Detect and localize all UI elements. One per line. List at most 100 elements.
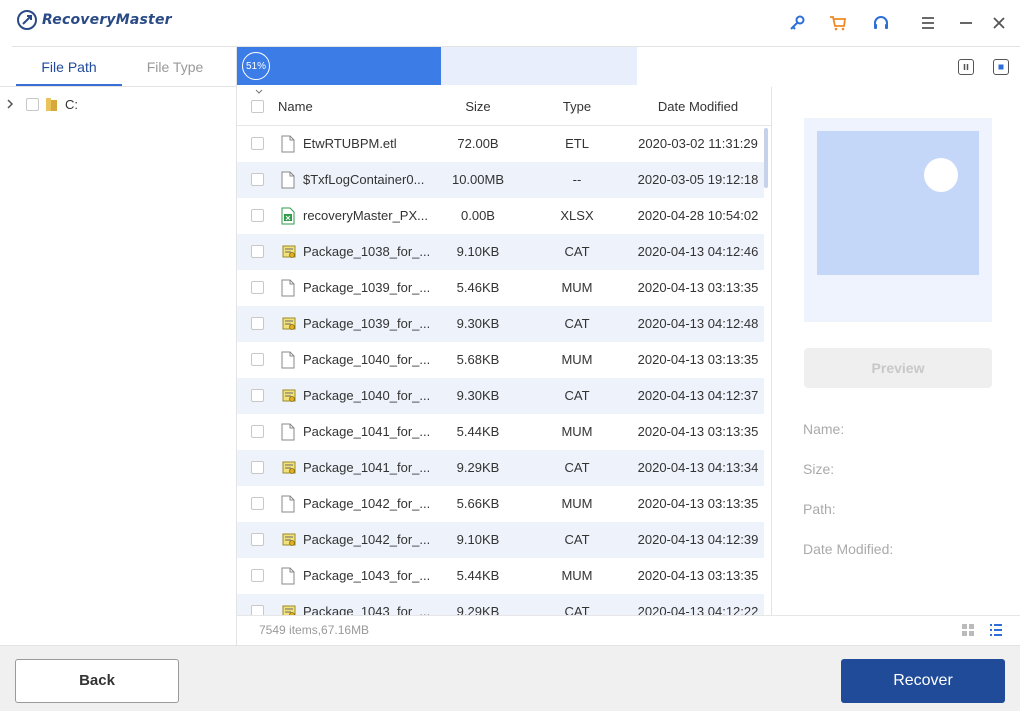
sort-chevron-icon[interactable] bbox=[255, 89, 263, 94]
row-checkbox[interactable] bbox=[251, 569, 264, 582]
image-placeholder-icon bbox=[817, 131, 979, 275]
certificate-icon bbox=[281, 531, 297, 549]
table-row[interactable]: Package_1039_for_... 5.46KB MUM 2020-04-13 … bbox=[237, 270, 764, 306]
tab-file-path[interactable]: File Path bbox=[16, 48, 122, 86]
headset-icon[interactable] bbox=[870, 12, 892, 34]
row-checkbox[interactable] bbox=[251, 605, 264, 615]
file-name: Package_1040_for_... bbox=[303, 388, 429, 403]
file-size: 0.00B bbox=[461, 208, 495, 223]
back-button[interactable]: Back bbox=[15, 659, 179, 703]
certificate-icon bbox=[281, 243, 297, 261]
select-all-checkbox[interactable] bbox=[251, 100, 264, 113]
row-checkbox[interactable] bbox=[251, 533, 264, 546]
column-name[interactable]: Name bbox=[278, 87, 313, 125]
list-view-button[interactable] bbox=[989, 623, 1003, 642]
table-header: Name Size Type Date Modified bbox=[237, 87, 771, 126]
table-row[interactable]: Package_1043_for_... 9.29KB CAT 2020-04-13 … bbox=[237, 594, 764, 615]
cart-icon[interactable] bbox=[827, 12, 849, 34]
logo-icon bbox=[17, 10, 37, 30]
file-type: CAT bbox=[564, 532, 590, 547]
scan-progress-label: 51% bbox=[242, 52, 270, 80]
file-icon bbox=[281, 279, 295, 297]
pause-button[interactable] bbox=[958, 59, 974, 75]
file-list: EtwRTUBPM.etl 72.00B ETL 2020-03-02 11:31:2… bbox=[237, 126, 764, 615]
tree-item-drive[interactable]: C: bbox=[6, 96, 78, 112]
row-checkbox[interactable] bbox=[251, 353, 264, 366]
row-checkbox[interactable] bbox=[251, 137, 264, 150]
file-size: 72.00B bbox=[457, 136, 499, 151]
file-size: 5.66KB bbox=[456, 496, 500, 511]
column-type[interactable]: Type bbox=[537, 87, 617, 125]
table-row[interactable]: Package_1041_for_... 9.29KB CAT 2020-04-13 … bbox=[237, 450, 764, 486]
file-date: 2020-04-13 04:12:46 bbox=[637, 244, 759, 259]
column-date-modified[interactable]: Date Modified bbox=[633, 87, 763, 125]
file-date: 2020-04-13 03:13:35 bbox=[637, 352, 759, 367]
file-type: CAT bbox=[564, 388, 590, 403]
column-size[interactable]: Size bbox=[443, 87, 513, 125]
file-name: Package_1042_for_... bbox=[303, 532, 429, 547]
row-checkbox[interactable] bbox=[251, 317, 264, 330]
grid-view-button[interactable] bbox=[961, 623, 975, 642]
row-checkbox[interactable] bbox=[251, 245, 264, 258]
file-size: 9.30KB bbox=[456, 316, 500, 331]
row-checkbox[interactable] bbox=[251, 497, 264, 510]
chevron-right-icon[interactable] bbox=[6, 99, 14, 109]
file-type: CAT bbox=[564, 460, 590, 475]
file-size: 9.30KB bbox=[456, 388, 500, 403]
drive-checkbox[interactable] bbox=[26, 97, 39, 111]
table-row[interactable]: Package_1040_for_... 9.30KB CAT 2020-04-13 … bbox=[237, 378, 764, 414]
file-size: 10.00MB bbox=[451, 172, 505, 187]
table-row[interactable]: recoveryMaster_PX... 0.00B XLSX 2020-04-28 … bbox=[237, 198, 764, 234]
file-size: 5.46KB bbox=[456, 280, 500, 295]
meta-name-label: Name: bbox=[803, 421, 845, 437]
list-icon bbox=[990, 624, 1002, 636]
row-checkbox[interactable] bbox=[251, 425, 264, 438]
pause-icon bbox=[963, 64, 969, 70]
file-icon bbox=[281, 495, 295, 513]
file-date: 2020-04-28 10:54:02 bbox=[637, 208, 759, 223]
file-date: 2020-04-13 04:12:39 bbox=[637, 532, 759, 547]
drive-label: C: bbox=[65, 96, 78, 112]
file-name: Package_1041_for_... bbox=[303, 424, 429, 439]
file-icon bbox=[281, 351, 295, 369]
row-checkbox[interactable] bbox=[251, 209, 264, 222]
table-row[interactable]: Package_1042_for_... 5.66KB MUM 2020-04-13 … bbox=[237, 486, 764, 522]
row-checkbox[interactable] bbox=[251, 173, 264, 186]
table-row[interactable]: Package_1041_for_... 5.44KB MUM 2020-04-13 … bbox=[237, 414, 764, 450]
file-name: Package_1043_for_... bbox=[303, 604, 429, 615]
file-name: EtwRTUBPM.etl bbox=[303, 136, 397, 151]
key-icon[interactable] bbox=[786, 12, 808, 34]
scrollbar-thumb[interactable] bbox=[764, 128, 768, 188]
excel-icon bbox=[281, 207, 295, 225]
row-checkbox[interactable] bbox=[251, 389, 264, 402]
scan-progress-bar bbox=[237, 47, 637, 85]
file-date: 2020-04-13 04:12:48 bbox=[637, 316, 759, 331]
file-type: MUM bbox=[561, 352, 593, 367]
file-size: 9.29KB bbox=[456, 460, 500, 475]
file-type: MUM bbox=[561, 280, 593, 295]
scrollbar[interactable] bbox=[764, 126, 771, 615]
close-icon[interactable] bbox=[988, 12, 1010, 34]
app-logo: RecoveryMaster bbox=[16, 9, 172, 31]
recover-button[interactable]: Recover bbox=[841, 659, 1005, 703]
table-row[interactable]: Package_1038_for_... 9.10KB CAT 2020-04-13 … bbox=[237, 234, 764, 270]
meta-path-label: Path: bbox=[803, 501, 836, 517]
tab-file-type[interactable]: File Type bbox=[122, 48, 228, 86]
file-type: MUM bbox=[561, 424, 593, 439]
table-row[interactable]: $TxfLogContainer0... 10.00MB -- 2020-03-05 … bbox=[237, 162, 764, 198]
row-checkbox[interactable] bbox=[251, 461, 264, 474]
minimize-icon[interactable] bbox=[955, 12, 977, 34]
file-type: -- bbox=[572, 172, 582, 187]
preview-button[interactable]: Preview bbox=[804, 348, 992, 388]
row-checkbox[interactable] bbox=[251, 281, 264, 294]
menu-icon[interactable] bbox=[917, 12, 939, 34]
table-row[interactable]: Package_1039_for_... 9.30KB CAT 2020-04-13 … bbox=[237, 306, 764, 342]
table-row[interactable]: Package_1042_for_... 9.10KB CAT 2020-04-13 … bbox=[237, 522, 764, 558]
table-row[interactable]: Package_1043_for_... 5.44KB MUM 2020-04-13 … bbox=[237, 558, 764, 594]
file-date: 2020-03-05 19:12:18 bbox=[637, 172, 759, 187]
grid-icon bbox=[962, 624, 974, 636]
stop-button[interactable] bbox=[993, 59, 1009, 75]
table-row[interactable]: Package_1040_for_... 5.68KB MUM 2020-04-13 … bbox=[237, 342, 764, 378]
file-date: 2020-04-13 04:12:37 bbox=[637, 388, 759, 403]
table-row[interactable]: EtwRTUBPM.etl 72.00B ETL 2020-03-02 11:31:2… bbox=[237, 126, 764, 162]
